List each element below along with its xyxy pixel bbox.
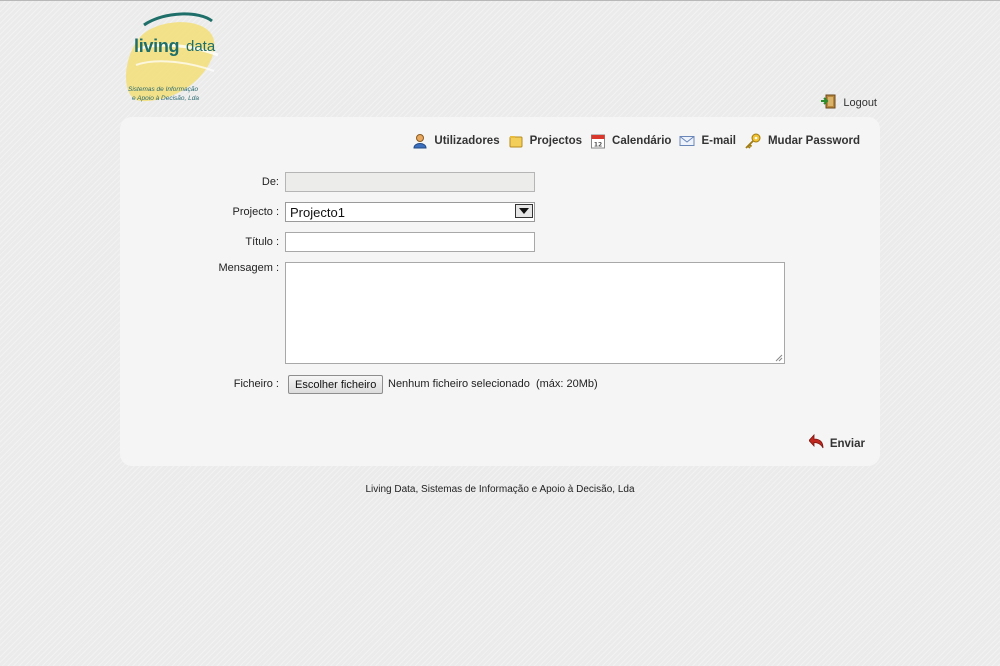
titulo-label: Título : <box>245 236 279 248</box>
reply-arrow-icon <box>808 433 826 453</box>
svg-text:12: 12 <box>594 142 602 149</box>
logout-link[interactable]: Logout <box>820 94 877 112</box>
projecto-select[interactable]: Projecto1 <box>285 202 535 222</box>
resize-grip-icon[interactable] <box>775 354 783 362</box>
chevron-down-icon[interactable] <box>515 204 533 218</box>
file-status-text: Nenhum ficheiro selecionado <box>388 378 530 390</box>
de-label: De: <box>261 176 279 188</box>
logout-icon <box>820 94 837 112</box>
calendar-icon: 12 <box>590 133 606 149</box>
nav-item-utilizadores[interactable]: Utilizadores <box>412 133 500 149</box>
de-field <box>285 172 535 192</box>
key-icon <box>744 133 762 149</box>
nav-label-mudar-password: Mudar Password <box>767 135 860 147</box>
nav-label-utilizadores: Utilizadores <box>434 135 500 147</box>
folder-icon <box>508 133 524 149</box>
nav-item-projectos[interactable]: Projectos <box>508 133 582 149</box>
nav-label-calendario: Calendário <box>612 135 672 147</box>
choose-file-button[interactable]: Escolher ficheiro <box>288 375 384 394</box>
file-max-size: (máx: 20Mb) <box>535 378 598 390</box>
logo-subtitle-line1: Sistemas de Informação <box>128 86 199 93</box>
file-status: Nenhum ficheiro selecionado (máx: 20Mb) <box>388 378 598 390</box>
footer-text: Living Data, Sistemas de Informação e Ap… <box>365 484 635 495</box>
projecto-selected-value: Projecto1 <box>290 205 345 220</box>
top-navigation: Utilizadores Projectos 12 Calendário E-m… <box>404 133 860 149</box>
titulo-input[interactable] <box>285 232 535 252</box>
main-panel: Utilizadores Projectos 12 Calendário E-m… <box>120 117 880 466</box>
projecto-label: Projecto : <box>232 206 279 218</box>
ficheiro-label: Ficheiro : <box>233 378 279 390</box>
enviar-label: Enviar <box>829 437 865 450</box>
user-icon <box>412 133 428 149</box>
nav-label-email: E-mail <box>701 135 736 147</box>
logo-brand-living: living <box>134 36 180 56</box>
nav-label-projectos: Projectos <box>529 135 583 147</box>
mensagem-label: Mensagem : <box>218 262 279 274</box>
company-logo: living data Sistemas de Informação e Apo… <box>122 11 232 107</box>
logout-label: Logout <box>843 97 877 109</box>
mensagem-textarea[interactable] <box>285 262 785 364</box>
logo-brand-data: data <box>186 38 216 55</box>
enviar-button[interactable]: Enviar <box>808 433 865 453</box>
email-icon <box>679 133 695 149</box>
nav-item-mudar-password[interactable]: Mudar Password <box>744 133 860 149</box>
nav-item-email[interactable]: E-mail <box>679 133 736 149</box>
logo-subtitle-line2: e Apoio à Decisão, Lda <box>132 95 199 102</box>
nav-item-calendario[interactable]: 12 Calendário <box>590 133 671 149</box>
